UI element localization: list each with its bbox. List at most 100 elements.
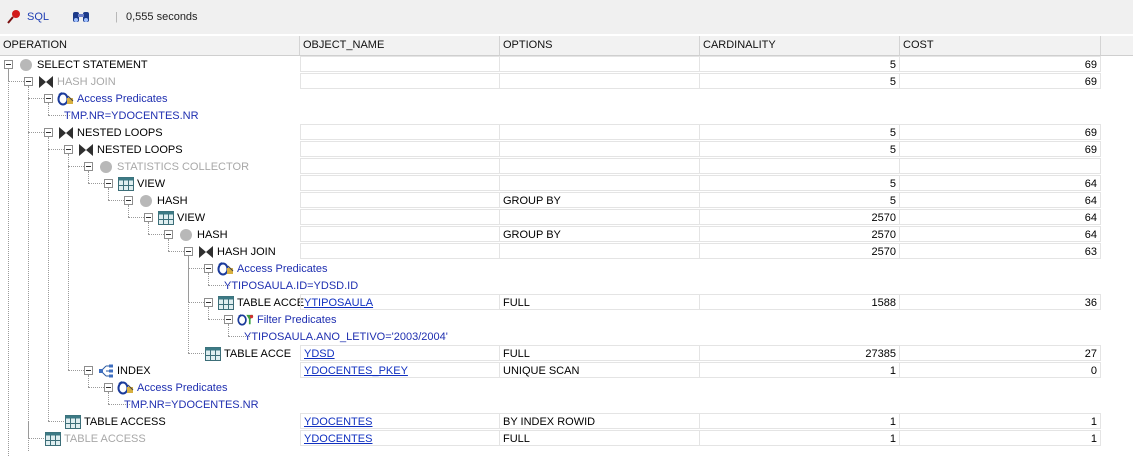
- collapse-toggle[interactable]: [204, 264, 213, 273]
- object-link[interactable]: YDSD: [304, 348, 335, 360]
- collapse-toggle[interactable]: [144, 213, 153, 222]
- cardinality-cell: 2570: [700, 209, 900, 225]
- column-header-cardinality[interactable]: CARDINALITY: [700, 36, 900, 55]
- plan-node: Filter Predicates: [224, 311, 336, 328]
- collapse-toggle[interactable]: [164, 230, 173, 239]
- object-name-cell: [300, 175, 500, 191]
- plan-row[interactable]: TABLE ACCESS YDOCENTES BY INDEX ROWID 1 1: [0, 413, 1133, 430]
- plan-row[interactable]: Access Predicates: [0, 90, 1133, 107]
- object-name-cell: [300, 124, 500, 140]
- operation-label: HASH: [197, 228, 228, 241]
- sql-tab[interactable]: SQL: [27, 0, 49, 34]
- collapse-toggle[interactable]: [224, 315, 233, 324]
- plan-row[interactable]: Filter Predicates: [0, 311, 1133, 328]
- cardinality-value: 5: [889, 76, 896, 88]
- cost-cell: 27: [900, 345, 1101, 361]
- cardinality-value: 5: [889, 178, 896, 190]
- collapse-toggle[interactable]: [104, 383, 113, 392]
- plan-node: INDEX: [84, 362, 151, 379]
- collapse-toggle[interactable]: [24, 77, 33, 86]
- options-value: GROUP BY: [503, 229, 561, 241]
- options-cell: GROUP BY: [500, 226, 700, 242]
- plan-row[interactable]: HASH JOIN 5 69: [0, 73, 1133, 90]
- plan-row[interactable]: TABLE ACCESS YDOCENTES FULL 1 1: [0, 430, 1133, 447]
- collapse-toggle[interactable]: [84, 162, 93, 171]
- table-icon: [217, 295, 234, 311]
- plan-node: HASH JOIN: [184, 243, 276, 260]
- plan-row[interactable]: STATISTICS COLLECTOR: [0, 158, 1133, 175]
- circle-icon: [137, 193, 154, 209]
- collapse-toggle[interactable]: [204, 298, 213, 307]
- plan-node: TABLE ACCE: [204, 294, 304, 311]
- cost-value: 64: [1084, 229, 1097, 241]
- cost-cell: [900, 158, 1101, 174]
- index-icon: [97, 363, 114, 379]
- object-link[interactable]: YDOCENTES_PKEY: [304, 365, 408, 377]
- plan-row[interactable]: VIEW 5 64: [0, 175, 1133, 192]
- cardinality-cell: 2570: [700, 226, 900, 242]
- object-name-cell: [300, 141, 500, 157]
- collapse-toggle[interactable]: [44, 94, 53, 103]
- plan-row[interactable]: Access Predicates: [0, 379, 1133, 396]
- column-header-cost[interactable]: COST: [900, 36, 1101, 55]
- cost-value: 69: [1084, 144, 1097, 156]
- join-icon: [77, 142, 94, 158]
- predicate-expression: YTIPOSAULA.ANO_LETIVO='2003/2004': [244, 330, 448, 343]
- collapse-toggle[interactable]: [64, 145, 73, 154]
- plan-node: HASH: [124, 192, 188, 209]
- operation-label: Access Predicates: [137, 381, 228, 394]
- plan-row[interactable]: TABLE ACCE YTIPOSAULA FULL 1588 36: [0, 294, 1133, 311]
- plan-row[interactable]: HASH GROUP BY 5 64: [0, 192, 1133, 209]
- pin-icon[interactable]: [6, 0, 22, 34]
- plan-node: VIEW: [104, 175, 165, 192]
- collapse-toggle[interactable]: [184, 247, 193, 256]
- collapse-toggle[interactable]: [84, 366, 93, 375]
- plan-node: TABLE ACCESS: [64, 413, 166, 430]
- collapse-toggle[interactable]: [104, 179, 113, 188]
- plan-row[interactable]: Access Predicates: [0, 260, 1133, 277]
- cardinality-cell: 5: [700, 124, 900, 140]
- object-link[interactable]: YDOCENTES: [304, 416, 372, 428]
- column-header-operation[interactable]: OPERATION: [0, 36, 300, 55]
- column-header-object-name[interactable]: OBJECT_NAME: [300, 36, 500, 55]
- plan-row[interactable]: INDEX YDOCENTES_PKEY UNIQUE SCAN 1 0: [0, 362, 1133, 379]
- operation-label: TABLE ACCESS: [84, 415, 166, 428]
- plan-row[interactable]: YTIPOSAULA.ID=YDSD.ID: [0, 277, 1133, 294]
- cardinality-cell: 5: [700, 141, 900, 157]
- cardinality-cell: 5: [700, 192, 900, 208]
- plan-row[interactable]: SELECT STATEMENT 5 69: [0, 56, 1133, 73]
- cost-cell: 69: [900, 141, 1101, 157]
- column-header-options[interactable]: OPTIONS: [500, 36, 700, 55]
- cardinality-value: 5: [889, 195, 896, 207]
- cardinality-value: 2570: [871, 246, 896, 258]
- operation-label: Access Predicates: [237, 262, 328, 275]
- cost-value: 1: [1090, 416, 1097, 428]
- operation-label: TABLE ACCE: [224, 347, 292, 360]
- operation-label: HASH: [157, 194, 188, 207]
- cost-value: 36: [1084, 297, 1097, 309]
- binoculars-icon[interactable]: [72, 0, 90, 34]
- plan-row[interactable]: VIEW 2570 64: [0, 209, 1133, 226]
- object-link[interactable]: YDOCENTES: [304, 433, 372, 445]
- cost-value: 64: [1084, 178, 1097, 190]
- plan-row[interactable]: TMP.NR=YDOCENTES.NR: [0, 107, 1133, 124]
- collapse-toggle[interactable]: [124, 196, 133, 205]
- plan-row[interactable]: HASH GROUP BY 2570 64: [0, 226, 1133, 243]
- operation-label: VIEW: [177, 211, 206, 224]
- row-cells: YDOCENTES FULL 1 1: [300, 430, 1101, 447]
- plan-row[interactable]: HASH JOIN 2570 63: [0, 243, 1133, 260]
- options-cell: [500, 124, 700, 140]
- cost-value: 69: [1084, 59, 1097, 71]
- predicate-icon: [117, 380, 134, 396]
- object-link[interactable]: YTIPOSAULA: [304, 297, 373, 309]
- collapse-toggle[interactable]: [44, 128, 53, 137]
- plan-row[interactable]: NESTED LOOPS 5 69: [0, 124, 1133, 141]
- cost-value: 69: [1084, 127, 1097, 139]
- plan-row[interactable]: NESTED LOOPS 5 69: [0, 141, 1133, 158]
- plan-row[interactable]: TMP.NR=YDOCENTES.NR: [0, 396, 1133, 413]
- plan-row[interactable]: YTIPOSAULA.ANO_LETIVO='2003/2004': [0, 328, 1133, 345]
- cardinality-cell: 2570: [700, 243, 900, 259]
- plan-row[interactable]: TABLE ACCE YDSD FULL 27385 27: [0, 345, 1133, 362]
- collapse-toggle[interactable]: [4, 60, 13, 69]
- operation-label: Access Predicates: [77, 92, 168, 105]
